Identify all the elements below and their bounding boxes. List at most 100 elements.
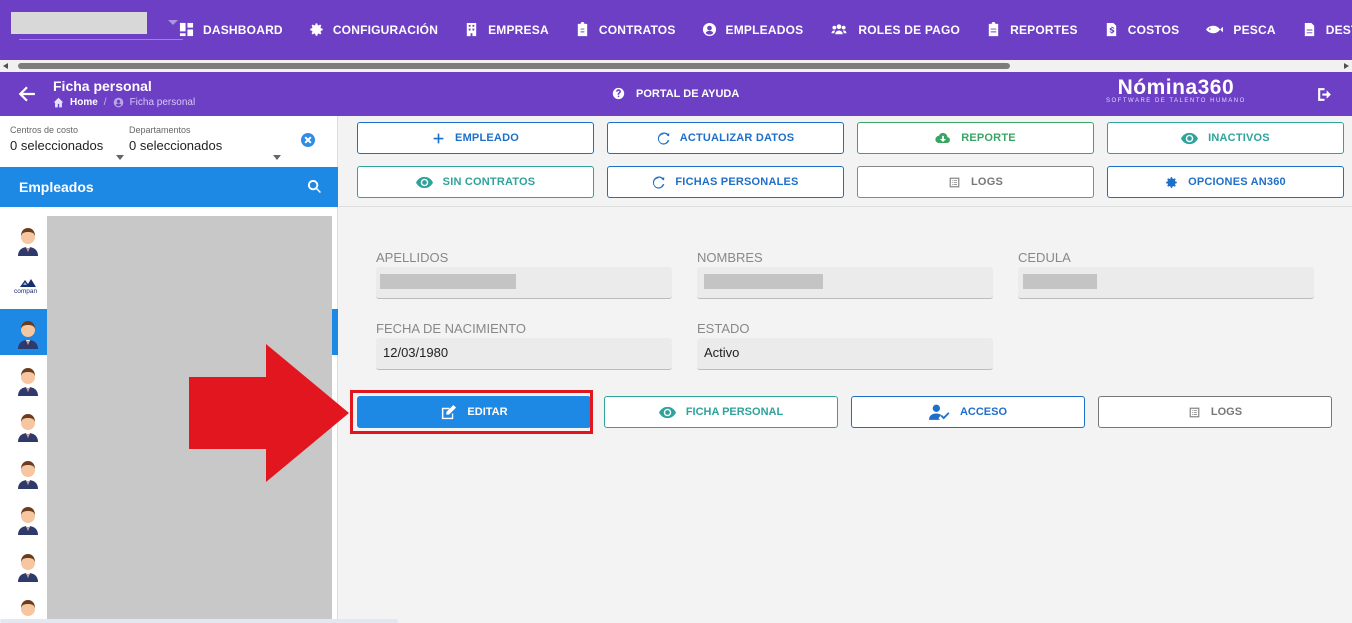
file-icon	[1304, 22, 1314, 37]
button-label: EMPLEADO	[455, 132, 519, 144]
avatar-icon	[18, 321, 38, 349]
nav-item-contratos[interactable]: CONTRATOS	[575, 22, 676, 37]
inactive-button[interactable]: INACTIVOS	[1107, 122, 1344, 154]
nav-item-costos[interactable]: COSTOS	[1104, 22, 1180, 37]
page-title: Ficha personal	[53, 78, 152, 94]
breadcrumb-separator: /	[103, 97, 107, 108]
gear-icon	[310, 23, 323, 36]
apellidos-input[interactable]	[376, 267, 672, 299]
update-data-button[interactable]: ACTUALIZAR DATOS	[607, 122, 844, 154]
button-label: OPCIONES AN360	[1188, 176, 1286, 188]
list-icon	[1189, 407, 1200, 417]
chevron-down-icon	[168, 20, 178, 25]
department-value: 0 seleccionados	[129, 138, 223, 153]
cost-center-filter[interactable]: Centros de costo 0 seleccionados	[10, 125, 128, 170]
user-check-icon	[928, 404, 950, 420]
department-filter[interactable]: Departamentos 0 seleccionados	[129, 125, 287, 170]
nav-item-destajo[interactable]: DESTAJO	[1302, 22, 1352, 37]
help-portal-label: PORTAL DE AYUDA	[636, 87, 740, 100]
logs-button[interactable]: LOGS	[857, 166, 1094, 198]
building-icon	[466, 22, 477, 37]
nav-item-label: CONTRATOS	[598, 22, 676, 37]
nav-item-label: COSTOS	[1127, 22, 1180, 37]
button-label: LOGS	[971, 176, 1003, 188]
report-button[interactable]: REPORTE	[857, 122, 1094, 154]
help-portal-link[interactable]: PORTAL DE AYUDA	[612, 87, 739, 100]
page-header: Ficha personal Home / Ficha personal POR…	[0, 72, 1352, 116]
search-button[interactable]	[307, 179, 322, 194]
scroll-right-icon[interactable]	[1344, 63, 1349, 69]
nav-item-reportes[interactable]: REPORTES	[986, 22, 1078, 37]
company-logo-icon: compan	[14, 278, 38, 295]
apellidos-field: APELLIDOS	[376, 250, 672, 299]
brand-logo: Nómina360 SOFTWARE DE TALENTO HUMANO	[1106, 76, 1246, 104]
birthdate-input[interactable]: 12/03/1980	[376, 338, 672, 370]
nombres-label: NOMBRES	[697, 250, 763, 265]
nav-item-pesca[interactable]: PESCA	[1205, 22, 1276, 37]
options-an360-button[interactable]: OPCIONES AN360	[1107, 166, 1344, 198]
toolbar-divider	[339, 206, 1352, 207]
svg-text:compan: compan	[14, 288, 38, 295]
logout-button[interactable]	[1316, 86, 1333, 103]
nav-item-label: EMPLEADOS	[725, 22, 804, 37]
company-select[interactable]	[11, 12, 183, 40]
user-circle-icon	[702, 22, 716, 37]
chevron-down-icon	[116, 155, 124, 160]
nav-item-empresa[interactable]: EMPRESA	[464, 22, 549, 37]
back-button[interactable]	[18, 85, 36, 103]
breadcrumb-home[interactable]: Home	[70, 97, 98, 108]
status-input[interactable]: Activo	[697, 338, 993, 370]
personal-file-button[interactable]: FICHA PERSONAL	[604, 396, 838, 428]
access-button-label: ACCESO	[959, 406, 1008, 418]
nav-item-dashboard[interactable]: DASHBOARD	[179, 22, 283, 37]
nav-item-roles-de-pago[interactable]: ROLES DE PAGO	[829, 22, 960, 37]
avatar-icon	[18, 460, 38, 489]
cloud-download-icon	[935, 132, 951, 143]
nav-item-configuracion[interactable]: CONFIGURACIÓN	[309, 22, 438, 37]
status-field: ESTADO Activo	[697, 321, 993, 370]
eye-icon	[415, 176, 433, 188]
cedula-input[interactable]	[1018, 267, 1314, 299]
horizontal-scrollbar[interactable]	[0, 60, 1352, 72]
button-label: REPORTE	[961, 132, 1016, 144]
personal-file-button-label: FICHA PERSONAL	[685, 406, 784, 418]
company-select-value	[11, 12, 147, 34]
nombres-input[interactable]	[697, 267, 993, 299]
nav-item-label: ROLES DE PAGO	[858, 22, 961, 37]
no-contracts-button[interactable]: SIN CONTRATOS	[357, 166, 594, 198]
access-button[interactable]: ACCESO	[851, 396, 1085, 428]
brand-name: Nómina360	[1117, 76, 1235, 99]
users-icon	[831, 24, 847, 35]
breadcrumb: Home / Ficha personal	[53, 97, 195, 108]
avatar-icon	[18, 414, 38, 442]
scroll-left-icon[interactable]	[3, 63, 8, 69]
personal-files-button[interactable]: FICHAS PERSONALES	[607, 166, 844, 198]
button-label: INACTIVOS	[1208, 132, 1270, 144]
arrow-left-icon	[18, 86, 35, 102]
employees-header: Empleados	[0, 167, 338, 207]
cost-center-value: 0 seleccionados	[10, 138, 104, 153]
nombres-field: NOMBRES	[697, 250, 993, 299]
new-employee-button[interactable]: EMPLEADO	[357, 122, 594, 154]
list-scrollbar[interactable]	[0, 619, 398, 623]
clear-filters-button[interactable]	[301, 133, 315, 147]
refresh-icon	[657, 131, 670, 145]
nav-item-empleados[interactable]: EMPLEADOS	[702, 22, 804, 37]
dashboard-icon	[179, 22, 194, 37]
red-arrow-icon	[189, 344, 349, 482]
redacted-value	[1023, 274, 1097, 289]
company-select-underline	[19, 39, 183, 40]
search-icon	[307, 179, 321, 193]
avatar-icon	[18, 553, 38, 582]
gear-icon	[1166, 176, 1177, 188]
apellidos-label: APELLIDOS	[376, 250, 449, 265]
nav-item-label: DASHBOARD	[203, 22, 283, 37]
button-label: ACTUALIZAR DATOS	[679, 132, 795, 144]
logs-button-secondary[interactable]: LOGS	[1098, 396, 1332, 428]
logout-icon	[1318, 88, 1331, 101]
scrollbar-thumb[interactable]	[18, 63, 1010, 69]
avatar-icon	[18, 507, 38, 535]
home-icon	[53, 97, 64, 108]
nav-item-label: CONFIGURACIÓN	[332, 22, 439, 37]
nav-item-label: DESTAJO	[1325, 22, 1352, 37]
